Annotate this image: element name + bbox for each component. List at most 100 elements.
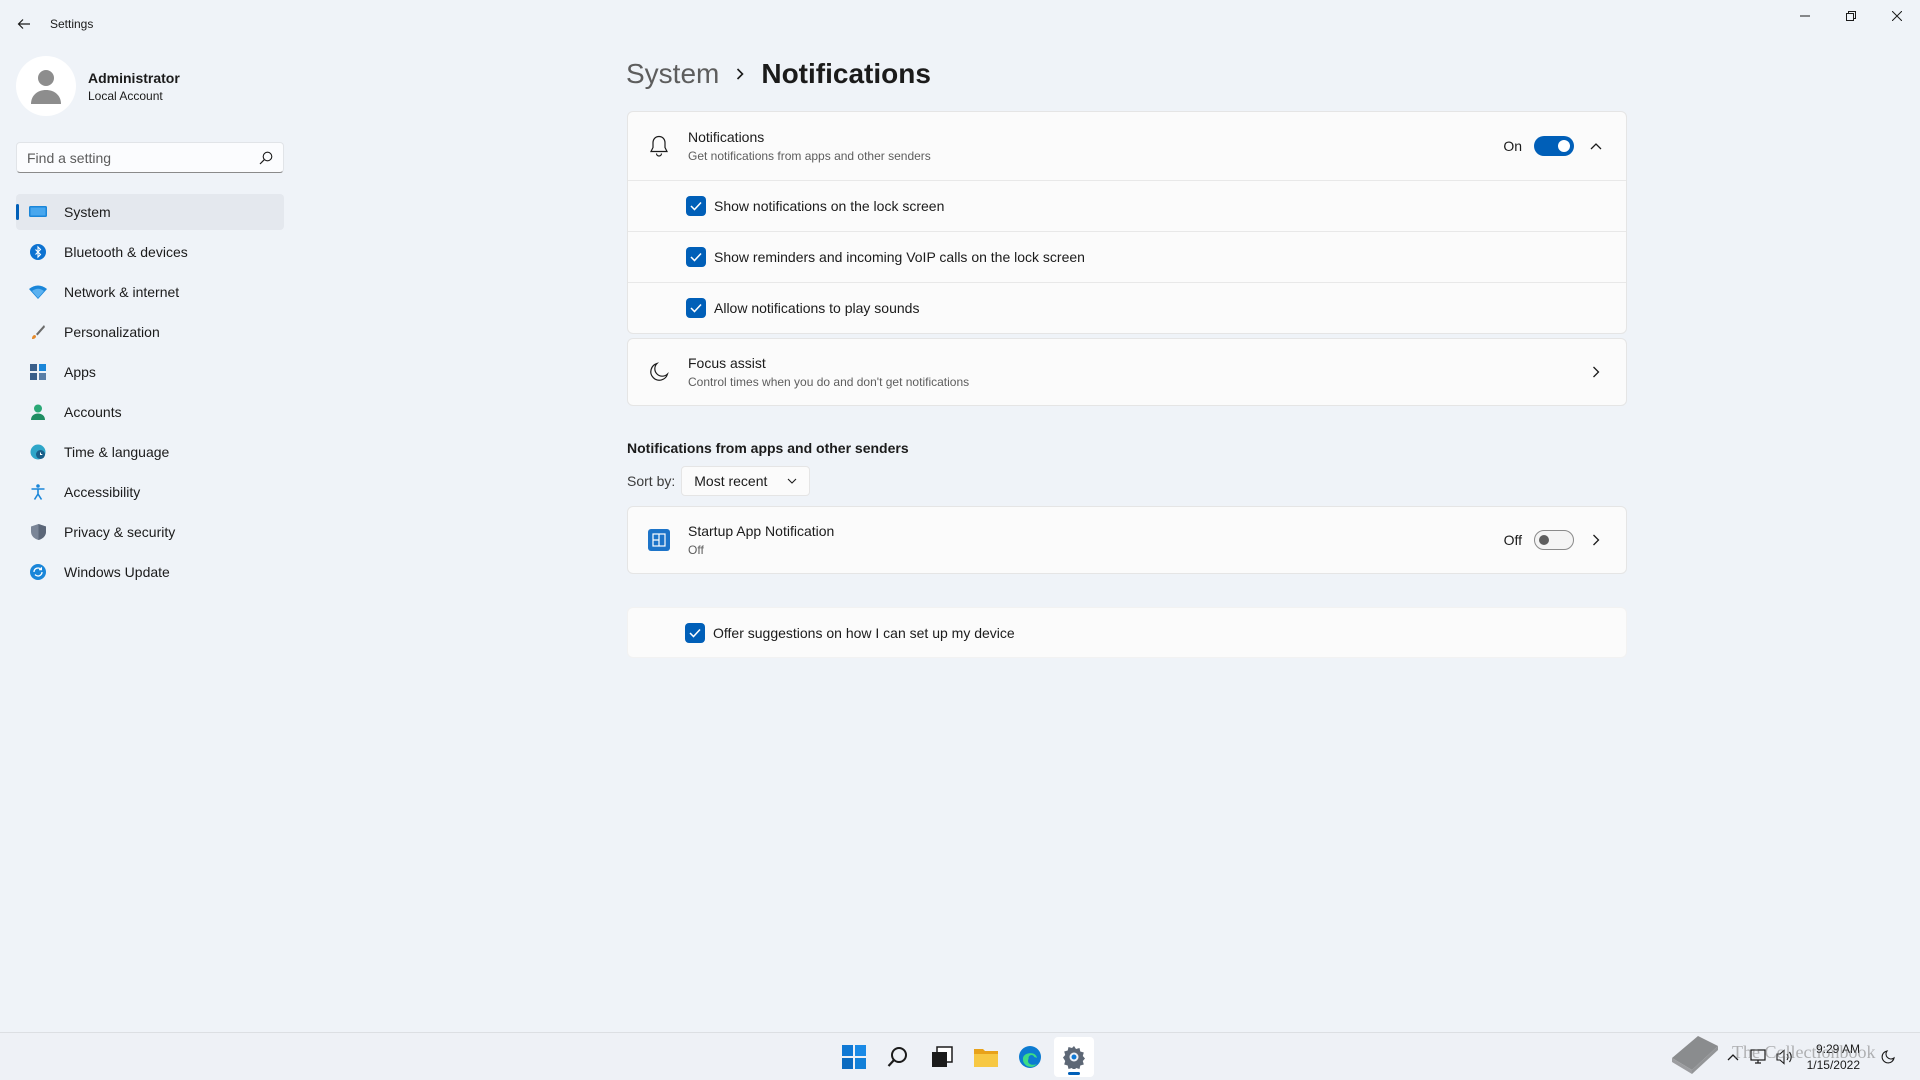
watermark: The Collectionbook	[1668, 1028, 1875, 1076]
sidebar-item-bluetooth[interactable]: Bluetooth & devices	[16, 234, 284, 270]
option-row-lock-screen: Show notifications on the lock screen	[628, 180, 1626, 231]
search-box[interactable]	[16, 142, 284, 173]
chevron-right-icon[interactable]	[1586, 530, 1606, 550]
notifications-subtitle: Get notifications from apps and other se…	[688, 149, 931, 163]
breadcrumb-parent[interactable]: System	[626, 58, 719, 90]
arrow-left-icon	[17, 19, 30, 29]
windows-logo-icon	[842, 1045, 866, 1069]
sidebar-item-label: Personalization	[64, 324, 160, 340]
focus-assist-title: Focus assist	[688, 355, 766, 371]
chevron-down-icon	[787, 478, 797, 484]
moon-icon	[648, 361, 670, 383]
sidebar-item-windows-update[interactable]: Windows Update	[16, 554, 284, 590]
edge-browser-button[interactable]	[1010, 1037, 1050, 1077]
back-button[interactable]	[10, 10, 38, 38]
sidebar-item-accessibility[interactable]: Accessibility	[16, 474, 284, 510]
taskbar: 9:29 AM 1/15/2022	[0, 1032, 1920, 1080]
avatar	[16, 56, 76, 116]
sidebar-item-privacy[interactable]: Privacy & security	[16, 514, 284, 550]
accessibility-icon	[28, 482, 48, 502]
app-row-startup-app[interactable]: Startup App Notification Off Off	[627, 506, 1627, 574]
option-label: Show notifications on the lock screen	[714, 198, 945, 214]
minimize-icon	[1800, 15, 1810, 17]
profile-name: Administrator	[88, 69, 180, 86]
checkmark-icon	[689, 628, 701, 638]
monitor-icon	[28, 202, 48, 222]
app-name: Startup App Notification	[688, 523, 835, 539]
focus-moon-icon[interactable]	[1876, 1045, 1900, 1069]
notifications-toggle[interactable]	[1534, 136, 1574, 156]
minimize-button[interactable]	[1782, 0, 1828, 32]
profile-account-type: Local Account	[88, 88, 163, 103]
sidebar-item-personalization[interactable]: Personalization	[16, 314, 284, 350]
suggestions-label: Offer suggestions on how I can set up my…	[713, 624, 1015, 641]
close-icon	[1892, 11, 1902, 21]
notifications-card: Notifications Get notifications from app…	[627, 111, 1627, 334]
watermark-text: The Collectionbook	[1732, 1041, 1876, 1062]
checkmark-icon	[690, 252, 702, 262]
restore-button[interactable]	[1828, 0, 1874, 32]
sidebar-item-network[interactable]: Network & internet	[16, 274, 284, 310]
chevron-up-icon[interactable]	[1586, 136, 1606, 156]
close-button[interactable]	[1874, 0, 1920, 32]
sidebar-item-label: Accessibility	[64, 484, 141, 500]
suggestions-checkbox[interactable]	[685, 622, 705, 643]
app-notification-toggle[interactable]	[1534, 530, 1574, 550]
sidebar-item-label: Apps	[64, 364, 96, 380]
sidebar-item-time-language[interactable]: Time & language	[16, 434, 284, 470]
window-controls	[1782, 0, 1920, 32]
notifications-state-label: On	[1503, 138, 1522, 154]
sidebar-item-accounts[interactable]: Accounts	[16, 394, 284, 430]
reminders-voip-checkbox[interactable]	[686, 247, 706, 267]
app-status: Off	[688, 543, 704, 557]
book-logo-icon	[1672, 1036, 1718, 1074]
sort-dropdown[interactable]: Most recent	[681, 466, 811, 496]
search-icon	[259, 151, 273, 164]
page-title: Notifications	[761, 58, 931, 89]
option-row-reminders-voip: Show reminders and incoming VoIP calls o…	[628, 231, 1626, 282]
shield-icon	[28, 522, 48, 542]
settings-app-button[interactable]	[1054, 1037, 1094, 1077]
person-silhouette-icon	[31, 70, 61, 104]
sidebar-item-label: System	[64, 204, 111, 220]
search-input[interactable]	[27, 149, 259, 166]
update-icon	[28, 562, 48, 582]
apps-icon	[28, 362, 48, 382]
checkmark-icon	[690, 303, 702, 313]
chevron-right-icon	[735, 67, 745, 81]
sidebar-item-label: Time & language	[64, 444, 170, 460]
notifications-title: Notifications	[688, 129, 765, 145]
sidebar-nav: System Bluetooth & devices Network & int…	[16, 194, 284, 594]
play-sounds-checkbox[interactable]	[686, 298, 706, 318]
focus-assist-subtitle: Control times when you do and don't get …	[688, 375, 970, 389]
sidebar-item-label: Windows Update	[64, 564, 170, 580]
suggestions-card: Offer suggestions on how I can set up my…	[627, 607, 1627, 658]
sidebar-item-apps[interactable]: Apps	[16, 354, 284, 390]
start-button[interactable]	[834, 1037, 874, 1077]
checkmark-icon	[690, 201, 702, 211]
sort-control: Sort by: Most recent	[627, 466, 811, 496]
globe-clock-icon	[28, 442, 48, 462]
notifications-header-row[interactable]: Notifications Get notifications from app…	[628, 112, 1626, 180]
title-bar: Settings	[0, 0, 1920, 48]
senders-section-title: Notifications from apps and other sender…	[627, 440, 909, 456]
taskbar-apps	[832, 1033, 1096, 1080]
sort-value: Most recent	[694, 473, 768, 489]
app-icon	[648, 529, 670, 551]
taskbar-search-button[interactable]	[878, 1037, 918, 1077]
focus-assist-card[interactable]: Focus assist Control times when you do a…	[627, 338, 1627, 406]
wifi-icon	[28, 282, 48, 302]
app-state-label: Off	[1503, 532, 1522, 548]
search-icon	[887, 1047, 907, 1067]
person-icon	[28, 402, 48, 422]
sidebar-item-label: Bluetooth & devices	[64, 244, 188, 260]
sidebar-item-label: Network & internet	[64, 284, 180, 300]
gear-icon	[1063, 1046, 1085, 1069]
task-view-button[interactable]	[922, 1037, 962, 1077]
sidebar-item-system[interactable]: System	[16, 194, 284, 230]
chevron-right-icon[interactable]	[1586, 362, 1606, 382]
file-explorer-button[interactable]	[966, 1037, 1006, 1077]
user-profile[interactable]: Administrator Local Account	[16, 56, 180, 116]
lock-screen-checkbox[interactable]	[686, 196, 706, 216]
sort-label: Sort by:	[627, 473, 676, 489]
